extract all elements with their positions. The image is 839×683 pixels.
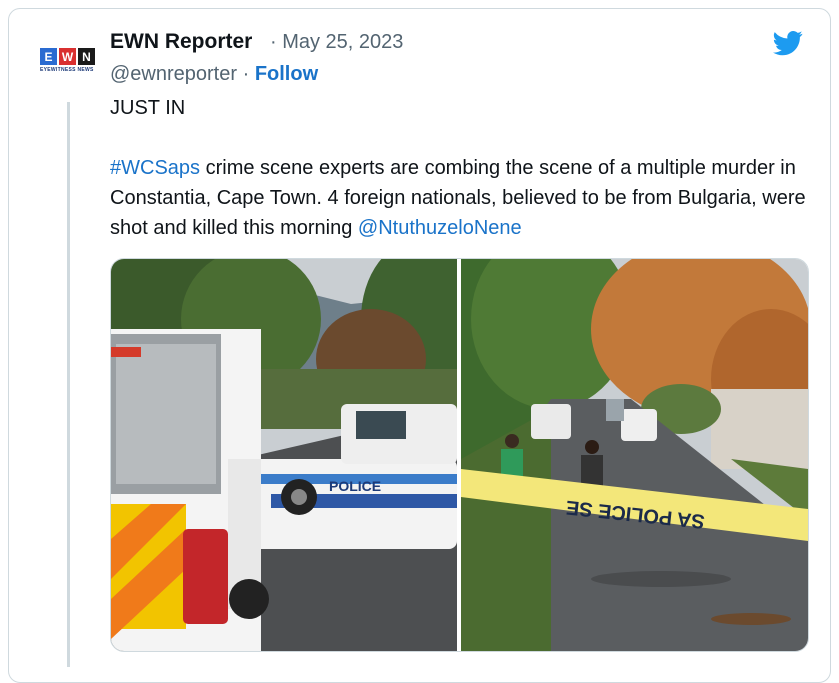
tweet-body: #WCSaps crime scene experts are combing … [110,153,810,243]
hashtag-link[interactable]: #WCSaps [110,157,200,179]
logo-tagline: EYEWITNESS NEWS [40,67,94,73]
author-name[interactable]: EWN Reporter [110,30,252,54]
ewn-avatar[interactable]: E W N EYEWITNESS NEWS [40,48,96,76]
tweet-date[interactable]: · May 25, 2023 [270,31,403,54]
author-handle-row: @ewnreporter · Follow [110,63,318,86]
police-tape-image: SA POLICE SE [461,259,808,651]
photo-grid: POLICE SA POLICE SE [110,258,809,652]
mention-link[interactable]: @NtuthuzeloNene [358,217,522,239]
thread-line [67,102,70,667]
police-scene-image: POLICE [111,259,457,651]
photo-police-tape[interactable]: SA POLICE SE [461,259,808,651]
twitter-bird-icon[interactable] [771,28,805,58]
logo-letter-w: W [59,48,76,65]
author-handle[interactable]: @ewnreporter · [110,63,249,85]
police-label: POLICE [329,478,381,494]
follow-button[interactable]: Follow [255,63,318,85]
logo-letter-n: N [78,48,95,65]
tweet-line-just-in: JUST IN [110,97,186,119]
tweet-text: JUST IN #WCSaps crime scene experts are … [110,93,810,243]
photo-police-vehicles[interactable]: POLICE [111,259,457,651]
logo-letter-e: E [40,48,57,65]
